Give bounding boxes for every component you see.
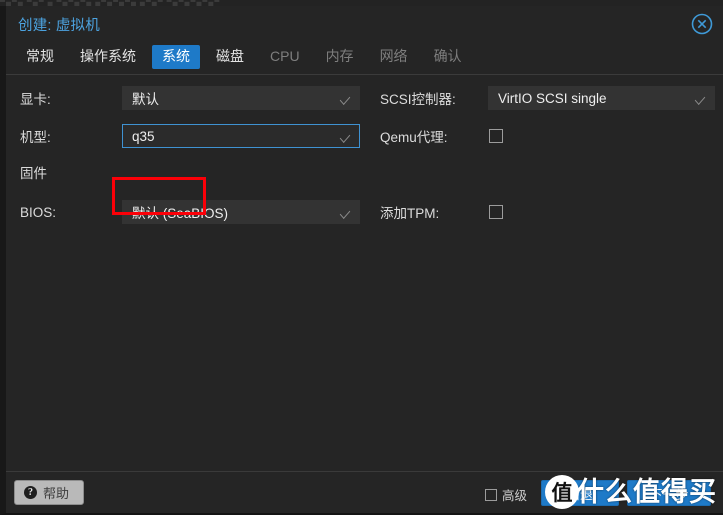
help-button-label: 帮助	[43, 486, 70, 501]
bios-value: 默认 (SeaBIOS)	[132, 206, 229, 221]
question-mark-icon: ?	[24, 486, 37, 499]
advanced-label: 高级	[501, 489, 527, 503]
scsi-controller-value: VirtIO SCSI single	[498, 90, 607, 106]
qemu-agent-label: Qemu代理:	[380, 130, 448, 145]
tab-os[interactable]: 操作系统	[70, 45, 146, 69]
add-tpm-label: 添加TPM:	[380, 206, 440, 221]
tab-confirm[interactable]: 确认	[424, 45, 472, 69]
tab-network[interactable]: 网络	[370, 45, 418, 69]
bios-select[interactable]: 默认 (SeaBIOS)	[122, 200, 360, 224]
chevron-down-icon	[339, 92, 351, 106]
chevron-down-icon	[339, 130, 351, 144]
chevron-down-icon	[694, 92, 706, 106]
tab-disks[interactable]: 磁盘	[206, 45, 254, 69]
tab-general[interactable]: 常规	[16, 45, 64, 69]
back-button[interactable]: 后退	[541, 480, 619, 506]
machine-select[interactable]: q35	[122, 124, 360, 148]
scsi-controller-select[interactable]: VirtIO SCSI single	[488, 86, 715, 110]
row-graphic-card: 显卡: 默认	[20, 83, 360, 113]
row-machine: 机型: q35	[20, 121, 360, 151]
advanced-toggle[interactable]: 高级	[484, 485, 527, 504]
dialog-footer: ? 帮助 高级 后退 下一步 值 什么值得买	[6, 472, 723, 513]
dialog-titlebar: 创建: 虚拟机	[6, 6, 723, 40]
row-firmware: 固件	[20, 159, 360, 189]
advanced-checkbox[interactable]	[484, 488, 497, 501]
form-column-left: 显卡: 默认 机型: q35 固件 BIOS: 默认 (SeaBIOS)	[20, 75, 360, 227]
create-vm-dialog: 创建: 虚拟机 常规 操作系统 系统 磁盘 CPU 内存 网络 确认 显卡: 默…	[0, 6, 723, 515]
bios-label: BIOS:	[20, 204, 57, 220]
machine-label: 机型:	[20, 130, 51, 145]
dialog-title: 创建: 虚拟机	[18, 18, 100, 34]
graphic-card-label: 显卡:	[20, 92, 51, 107]
machine-value: q35	[132, 128, 155, 144]
row-qemu-agent: Qemu代理:	[380, 121, 715, 151]
screenshot-root: ▀▄▀▄ ▀▄▀ ▄ ▀▄▀▄▀▄ ▄▀▄▀▄▀▄ ▄▀▄▀ ▀▄▀▄▀▄▀▄▀…	[0, 0, 723, 515]
tab-system[interactable]: 系统	[152, 45, 200, 69]
close-icon[interactable]	[689, 11, 715, 37]
graphic-card-select[interactable]: 默认	[122, 86, 360, 110]
graphic-card-value: 默认	[132, 92, 159, 107]
firmware-label: 固件	[20, 166, 47, 181]
help-button[interactable]: ? 帮助	[14, 480, 85, 505]
tab-cpu[interactable]: CPU	[260, 45, 310, 69]
scsi-controller-label: SCSI控制器:	[380, 92, 456, 107]
row-add-tpm: 添加TPM:	[380, 197, 715, 227]
qemu-agent-checkbox[interactable]	[489, 129, 503, 143]
row-bios: BIOS: 默认 (SeaBIOS)	[20, 197, 360, 227]
tab-memory[interactable]: 内存	[316, 45, 364, 69]
wizard-tabbar: 常规 操作系统 系统 磁盘 CPU 内存 网络 确认	[6, 40, 723, 75]
add-tpm-checkbox[interactable]	[489, 205, 503, 219]
row-scsi-controller: SCSI控制器: VirtIO SCSI single	[380, 83, 715, 113]
next-button[interactable]: 下一步	[627, 480, 711, 506]
form-column-right: SCSI控制器: VirtIO SCSI single Qemu代理: 添加TP…	[380, 75, 715, 227]
chevron-down-icon	[339, 206, 351, 220]
system-tab-panel: 显卡: 默认 机型: q35 固件 BIOS: 默认 (SeaBIOS) SCS…	[6, 75, 723, 472]
